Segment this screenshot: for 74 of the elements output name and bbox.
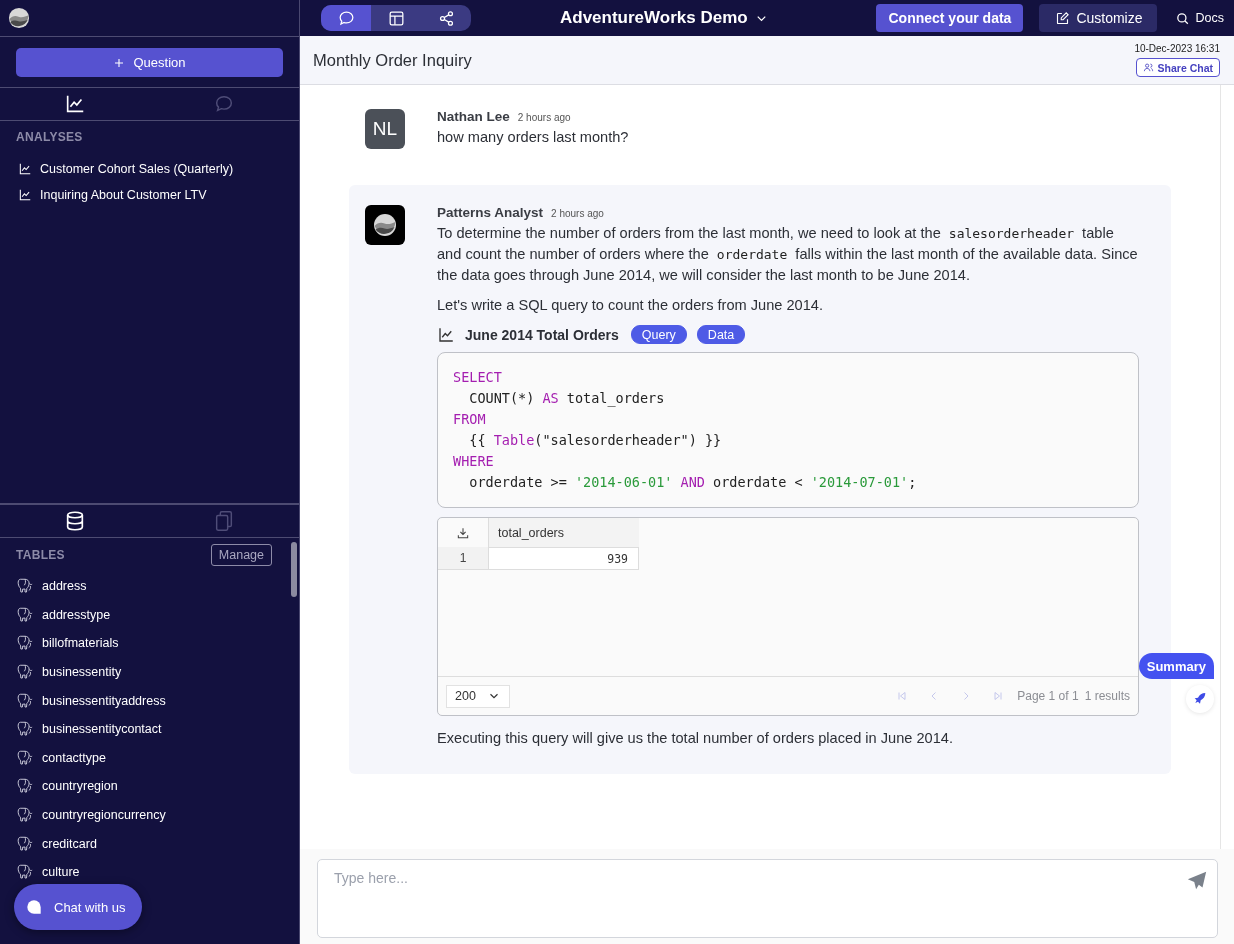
edit-icon bbox=[1055, 10, 1071, 26]
connect-data-button[interactable]: Connect your data bbox=[876, 4, 1024, 32]
table-item[interactable]: address bbox=[0, 572, 299, 601]
chat-title: Monthly Order Inquiry bbox=[313, 50, 472, 70]
result-toggle[interactable]: Data bbox=[696, 325, 746, 344]
table-item[interactable]: creditcard bbox=[0, 829, 299, 858]
chat-bubble-icon bbox=[26, 899, 42, 915]
first-page-icon bbox=[896, 690, 909, 702]
message-text: To determine the number of orders from the last month, we need to look at the salesorderheader table and count the number of orders where the orderdate falls within the last month of the available data. Since the data goes through June 2014, we will consider the last month to be June 2014. bbox=[437, 224, 1139, 285]
timestamp: 10-Dec-2023 16:31 bbox=[1134, 43, 1220, 54]
logo-icon bbox=[8, 7, 30, 29]
message-text: Executing this query will give us the total number of orders placed in June 2014. bbox=[437, 729, 954, 748]
share-chat-button[interactable]: Share Chat bbox=[1135, 58, 1220, 77]
page-label: Page 1 of 1 bbox=[1017, 689, 1079, 703]
send-button[interactable] bbox=[1186, 870, 1208, 892]
customize-button[interactable]: Customize bbox=[1039, 4, 1157, 32]
users-icon bbox=[1142, 62, 1154, 73]
elephant-icon bbox=[16, 748, 34, 767]
section-heading: TABLES bbox=[16, 548, 65, 562]
table-item[interactable]: contacttype bbox=[0, 743, 299, 773]
elephant-icon bbox=[16, 863, 34, 882]
logo bbox=[373, 213, 397, 237]
search-icon bbox=[1174, 10, 1190, 26]
analysis-item[interactable]: Customer Cohort Sales (Quarterly) bbox=[0, 156, 299, 182]
message-text: how many orders last month? bbox=[437, 128, 630, 147]
elephant-icon bbox=[16, 634, 34, 653]
elephant-icon bbox=[16, 777, 34, 796]
row-number: 1 bbox=[438, 547, 489, 570]
send-icon bbox=[1186, 870, 1208, 892]
elephant-icon bbox=[16, 663, 34, 682]
user-avatar: NL bbox=[365, 109, 405, 149]
results-count: 1 results bbox=[1084, 689, 1130, 703]
table-item[interactable]: addresstype bbox=[0, 600, 299, 630]
table-item[interactable]: culture bbox=[0, 857, 299, 887]
assistant-button[interactable] bbox=[1186, 685, 1214, 713]
summary-tab[interactable]: Summary bbox=[1138, 653, 1214, 679]
author-name: Patterns Analyst bbox=[437, 205, 544, 220]
line-chart-icon bbox=[437, 325, 455, 344]
chat-with-us-button[interactable]: Chat with us bbox=[14, 884, 142, 930]
author-name: Nathan Lee bbox=[437, 109, 510, 124]
analysis-item[interactable]: Inquiring About Customer LTV bbox=[0, 182, 299, 208]
message-text: Let's write a SQL query to count the orders from June 2014. bbox=[437, 296, 824, 315]
last-page-icon bbox=[992, 690, 1005, 702]
line-chart-icon bbox=[18, 188, 32, 202]
table-item[interactable]: countryregioncurrency bbox=[0, 800, 299, 830]
elephant-icon bbox=[16, 605, 34, 624]
table-item[interactable]: businessentitycontact bbox=[0, 714, 299, 744]
page-size-select[interactable]: 200 bbox=[446, 684, 510, 708]
plus-icon bbox=[113, 56, 126, 69]
download-icon bbox=[456, 525, 470, 540]
message-input[interactable]: Type here... bbox=[317, 859, 1218, 938]
result-title: June 2014 Total Orders bbox=[465, 326, 619, 343]
elephant-icon bbox=[16, 691, 34, 710]
table-item[interactable]: businessentityaddress bbox=[0, 686, 299, 715]
elephant-icon bbox=[16, 806, 34, 825]
section-heading: ANALYSES bbox=[15, 129, 84, 146]
elephant-icon bbox=[16, 577, 34, 596]
table-item[interactable]: businessentity bbox=[0, 657, 299, 687]
new-question-button[interactable]: Question bbox=[16, 48, 283, 77]
manage-button[interactable]: Manage bbox=[210, 544, 272, 566]
elephant-icon bbox=[16, 834, 34, 853]
message-time: 2 hours ago bbox=[517, 112, 571, 123]
table-item[interactable]: billofmaterials bbox=[0, 629, 299, 658]
column-header: total_orders bbox=[489, 518, 639, 547]
table-cell: 939 bbox=[489, 547, 639, 570]
docs-link[interactable]: Docs bbox=[1174, 10, 1224, 26]
result-toggle[interactable]: Query bbox=[630, 325, 687, 344]
project-dropdown[interactable]: AdventureWorks Demo bbox=[560, 8, 769, 28]
line-chart-icon bbox=[18, 162, 32, 176]
code-block: SELECT COUNT(*) AS total_orders FROM {{ Table("salesorderheader") }} WHERE orderdate >= '2014-06-01' AND orderdate < '2014-07-01'; bbox=[437, 352, 1139, 508]
elephant-icon bbox=[16, 720, 34, 739]
message-time: 2 hours ago bbox=[551, 208, 604, 219]
chat-view-button[interactable] bbox=[321, 5, 371, 31]
table-item[interactable]: countryregion bbox=[0, 772, 299, 801]
